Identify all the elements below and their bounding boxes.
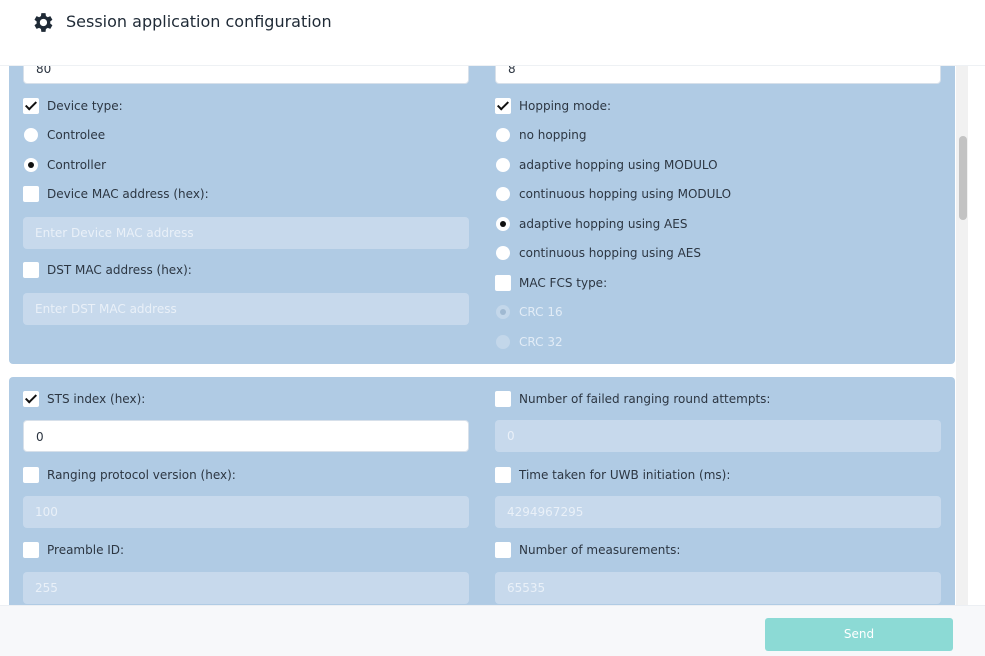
uwb-init-checkbox[interactable]: [495, 467, 511, 483]
failed-attempts-input[interactable]: 0: [495, 420, 941, 452]
measurements-checkbox[interactable]: [495, 542, 511, 558]
hop-adaptive-modulo-label: adaptive hopping using MODULO: [519, 158, 718, 172]
hop-adaptive-modulo-radio[interactable]: [496, 158, 510, 172]
device-type-label: Device type:: [47, 99, 123, 113]
hop-none-radio-row[interactable]: no hopping: [495, 125, 587, 145]
ranging-version-input[interactable]: 100: [23, 496, 469, 528]
left-top-input[interactable]: 80: [23, 66, 469, 84]
dst-mac-input[interactable]: Enter DST MAC address: [23, 293, 469, 325]
sts-index-label: STS index (hex):: [47, 392, 146, 406]
preamble-checkbox-row[interactable]: Preamble ID:: [23, 540, 124, 560]
controller-radio-row[interactable]: Controller: [23, 155, 106, 175]
gear-icon: [34, 13, 53, 32]
hop-continuous-modulo-label: continuous hopping using MODULO: [519, 187, 732, 201]
config-scroll-area[interactable]: 80 8 Device type: Controlee Controller D…: [0, 66, 960, 605]
failed-attempts-checkbox[interactable]: [495, 391, 511, 407]
measurements-input[interactable]: 65535: [495, 572, 941, 604]
dst-mac-checkbox[interactable]: [23, 262, 39, 278]
sts-index-input[interactable]: 0: [23, 420, 469, 452]
crc32-radio-row[interactable]: CRC 32: [495, 332, 563, 352]
dst-mac-label: DST MAC address (hex):: [47, 263, 192, 277]
measurements-label: Number of measurements:: [519, 543, 681, 557]
device-mac-checkbox-row[interactable]: Device MAC address (hex):: [23, 184, 209, 204]
preamble-checkbox[interactable]: [23, 542, 39, 558]
mac-fcs-checkbox[interactable]: [495, 275, 511, 291]
hop-continuous-aes-radio[interactable]: [496, 246, 510, 260]
hopping-mode-checkbox[interactable]: [495, 98, 511, 114]
send-button[interactable]: Send: [765, 618, 953, 651]
crc32-label: CRC 32: [519, 335, 563, 349]
page-title: Session application configuration: [66, 12, 332, 31]
crc32-radio[interactable]: [496, 335, 510, 349]
config-panel-ranging: STS index (hex): 0 Ranging protocol vers…: [9, 377, 955, 605]
hopping-mode-checkbox-row[interactable]: Hopping mode:: [495, 96, 611, 116]
device-mac-label: Device MAC address (hex):: [47, 187, 209, 201]
uwb-init-input[interactable]: 4294967295: [495, 496, 941, 528]
controller-label: Controller: [47, 158, 107, 172]
hop-adaptive-aes-label: adaptive hopping using AES: [519, 217, 688, 231]
right-top-input[interactable]: 8: [495, 66, 941, 84]
controlee-radio-row[interactable]: Controlee: [23, 125, 105, 145]
hop-none-label: no hopping: [519, 128, 587, 142]
crc16-label: CRC 16: [519, 305, 563, 319]
footer-bar: Send: [0, 605, 985, 656]
preamble-input[interactable]: 255: [23, 572, 469, 604]
sts-index-checkbox-row[interactable]: STS index (hex):: [23, 389, 145, 409]
hop-continuous-aes-radio-row[interactable]: continuous hopping using AES: [495, 243, 701, 263]
hop-adaptive-modulo-radio-row[interactable]: adaptive hopping using MODULO: [495, 155, 718, 175]
ranging-version-label: Ranging protocol version (hex):: [47, 468, 236, 482]
header-bar: Session application configuration: [0, 0, 985, 66]
config-panel-device: 80 8 Device type: Controlee Controller D…: [9, 66, 955, 364]
ranging-version-checkbox[interactable]: [23, 467, 39, 483]
hop-none-radio[interactable]: [496, 128, 510, 142]
mac-fcs-label: MAC FCS type:: [519, 276, 608, 290]
failed-attempts-checkbox-row[interactable]: Number of failed ranging round attempts:: [495, 389, 770, 409]
device-type-checkbox-row[interactable]: Device type:: [23, 96, 123, 116]
mac-fcs-checkbox-row[interactable]: MAC FCS type:: [495, 273, 607, 293]
controlee-radio[interactable]: [24, 128, 38, 142]
hop-continuous-aes-label: continuous hopping using AES: [519, 246, 701, 260]
crc16-radio[interactable]: [496, 305, 510, 319]
hop-adaptive-aes-radio[interactable]: [496, 217, 510, 231]
hop-continuous-modulo-radio[interactable]: [496, 187, 510, 201]
preamble-label: Preamble ID:: [47, 543, 125, 557]
controller-radio[interactable]: [24, 158, 38, 172]
crc16-radio-row[interactable]: CRC 16: [495, 302, 563, 322]
hop-adaptive-aes-radio-row[interactable]: adaptive hopping using AES: [495, 214, 687, 234]
uwb-init-checkbox-row[interactable]: Time taken for UWB initiation (ms):: [495, 465, 730, 485]
vertical-scrollbar[interactable]: [956, 66, 968, 605]
failed-attempts-label: Number of failed ranging round attempts:: [519, 392, 771, 406]
measurements-checkbox-row[interactable]: Number of measurements:: [495, 540, 680, 560]
device-mac-checkbox[interactable]: [23, 186, 39, 202]
sts-index-checkbox[interactable]: [23, 391, 39, 407]
hopping-mode-label: Hopping mode:: [519, 99, 612, 113]
uwb-init-label: Time taken for UWB initiation (ms):: [519, 468, 731, 482]
hop-continuous-modulo-radio-row[interactable]: continuous hopping using MODULO: [495, 184, 731, 204]
scrollbar-thumb[interactable]: [959, 136, 967, 220]
device-type-checkbox[interactable]: [23, 98, 39, 114]
controlee-label: Controlee: [47, 128, 106, 142]
device-mac-input[interactable]: Enter Device MAC address: [23, 217, 469, 249]
ranging-version-checkbox-row[interactable]: Ranging protocol version (hex):: [23, 465, 236, 485]
dst-mac-checkbox-row[interactable]: DST MAC address (hex):: [23, 260, 192, 280]
